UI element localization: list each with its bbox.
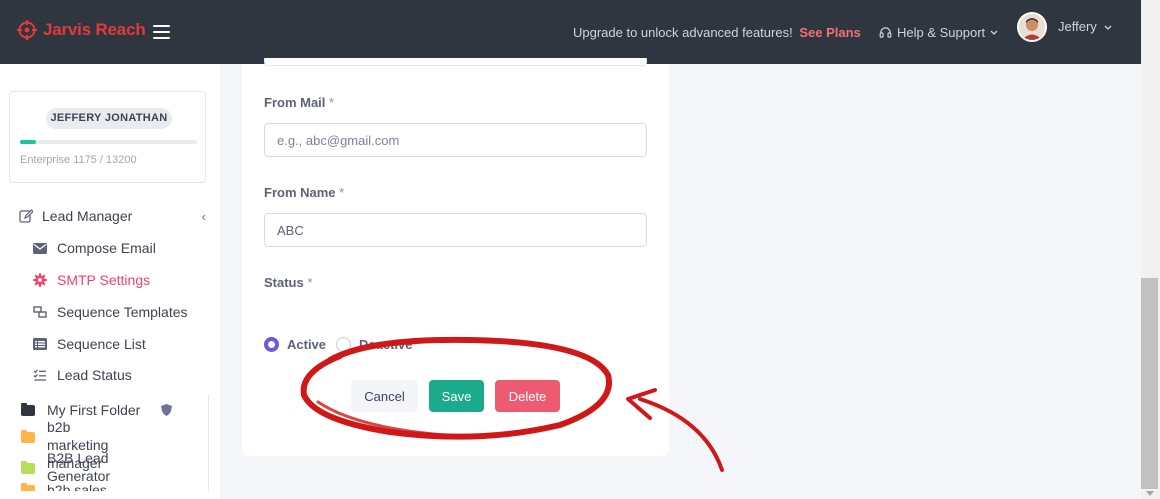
shield-icon <box>161 404 173 416</box>
from-mail-label: From Mail * <box>264 95 335 110</box>
help-support-menu[interactable]: Help & Support <box>879 25 998 40</box>
headset-icon <box>879 27 892 38</box>
chevron-down-icon <box>1104 25 1112 30</box>
sidebar: JEFFERY JONATHAN Enterprise 1175 / 13200… <box>0 64 220 499</box>
sidebar-section-lead-manager[interactable]: Lead Manager ‹ <box>19 208 206 224</box>
upgrade-text: Upgrade to unlock advanced features! <box>573 25 793 40</box>
sidebar-item-label: SMTP Settings <box>57 272 151 288</box>
user-name: Jeffery <box>1058 19 1097 34</box>
sidebar-item-label: Compose Email <box>57 240 156 256</box>
delete-button[interactable]: Delete <box>495 380 560 412</box>
section-label: Lead Manager <box>42 208 133 224</box>
folder-item[interactable]: B2B Lead Generator <box>21 449 131 485</box>
previous-input-field[interactable] <box>264 58 647 66</box>
sidebar-item-compose-email[interactable]: Compose Email <box>33 240 156 256</box>
user-menu[interactable]: Jeffery <box>1058 19 1112 34</box>
from-name-input[interactable] <box>264 213 647 247</box>
folder-icon <box>21 403 35 416</box>
folder-item[interactable]: b2b sales <box>21 481 131 491</box>
page-scrollbar[interactable] <box>1141 0 1160 499</box>
hamburger-menu-icon[interactable] <box>153 25 170 39</box>
brand-logo[interactable]: Jarvis Reach <box>17 20 146 40</box>
status-deactive-radio[interactable] <box>336 337 352 352</box>
sidebar-item-sequence-templates[interactable]: Sequence Templates <box>33 304 188 320</box>
status-active-radio[interactable] <box>264 337 279 352</box>
sidebar-item-label: Sequence Templates <box>57 304 188 320</box>
from-name-label: From Name * <box>264 185 345 200</box>
list-icon <box>33 337 47 351</box>
plan-usage-progress <box>20 140 197 144</box>
save-button[interactable]: Save <box>429 380 484 412</box>
folder-icon <box>21 461 35 474</box>
folder-icon <box>21 483 35 491</box>
sidebar-item-smtp-settings[interactable]: SMTP Settings <box>33 272 150 288</box>
help-label: Help & Support <box>897 25 986 40</box>
from-mail-input[interactable] <box>264 123 647 157</box>
status-deactive-label[interactable]: Deactive <box>359 337 412 352</box>
sidebar-item-lead-status[interactable]: Lead Status <box>33 367 132 383</box>
sidebar-item-label: Lead Status <box>57 367 132 383</box>
status-active-label[interactable]: Active <box>287 337 326 352</box>
profile-name-badge: JEFFERY JONATHAN <box>46 108 172 129</box>
user-avatar[interactable] <box>1017 12 1047 42</box>
scroll-down-arrow-icon[interactable] <box>1146 491 1154 496</box>
gear-icon <box>33 273 47 287</box>
brand-icon <box>17 20 37 40</box>
see-plans-link[interactable]: See Plans <box>799 25 860 40</box>
status-label: Status * <box>264 275 313 290</box>
status-radio-group: Active Deactive <box>264 337 423 352</box>
cancel-button[interactable]: Cancel <box>351 380 418 412</box>
folder-icon <box>21 430 35 443</box>
sidebar-item-label: Sequence List <box>57 336 146 352</box>
plan-usage-fill <box>20 140 36 144</box>
folder-label: My First Folder <box>47 402 141 418</box>
envelope-icon <box>33 241 47 255</box>
top-navbar: Jarvis Reach Upgrade to unlock advanced … <box>0 0 1141 64</box>
folder-item[interactable]: My First Folder <box>21 401 173 419</box>
folder-label: b2b sales <box>47 482 107 491</box>
checklist-icon <box>33 368 47 382</box>
scrollbar-thumb[interactable] <box>1141 278 1158 489</box>
folder-list: My First Folder b2b marketing manager B2… <box>9 395 209 491</box>
plan-usage-text: Enterprise 1175 / 13200 <box>20 154 137 166</box>
sequence-icon <box>33 305 47 319</box>
profile-card: JEFFERY JONATHAN Enterprise 1175 / 13200 <box>9 91 206 183</box>
edit-icon <box>19 209 33 223</box>
upgrade-banner: Upgrade to unlock advanced features! See… <box>573 25 861 40</box>
folder-label: B2B Lead Generator <box>47 450 111 484</box>
chevron-down-icon <box>990 30 998 35</box>
chevron-left-icon: ‹ <box>201 208 206 224</box>
sidebar-item-sequence-list[interactable]: Sequence List <box>33 336 146 352</box>
brand-name: Jarvis Reach <box>43 20 146 39</box>
